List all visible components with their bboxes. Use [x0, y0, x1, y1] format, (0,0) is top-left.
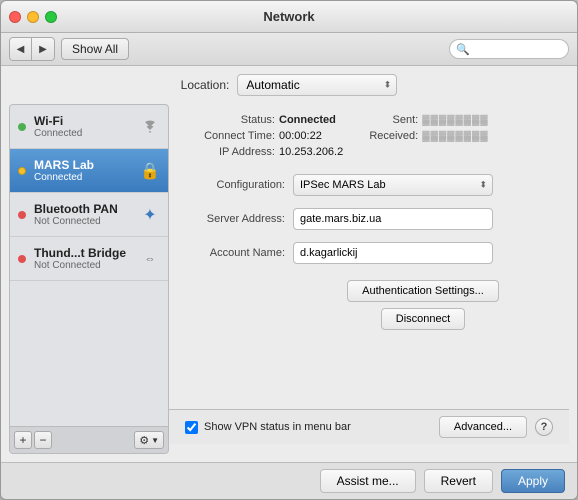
forward-button[interactable]: ▶	[32, 38, 54, 60]
received-value: ▓▓▓▓▓▓▓▓	[422, 131, 488, 142]
disconnect-button[interactable]: Disconnect	[381, 308, 465, 330]
sidebar-item-text-mars-lab: MARS Lab Connected	[34, 158, 132, 183]
configuration-label: Configuration:	[185, 179, 285, 191]
action-buttons: Authentication Settings... Disconnect	[293, 280, 553, 330]
connect-time-value: 00:00:22	[279, 130, 322, 142]
connect-time-row: Connect Time: 00:00:22	[185, 130, 343, 142]
footer: Assist me... Revert Apply	[1, 462, 577, 499]
search-input[interactable]	[474, 43, 562, 55]
status-info-area: Status: Connected Connect Time: 00:00:22…	[185, 114, 553, 158]
traffic-lights	[9, 11, 57, 23]
status-label: Status:	[185, 114, 275, 126]
thunderbolt-icon: ⇔	[140, 249, 160, 269]
sidebar-item-name-mars-lab: MARS Lab	[34, 158, 132, 172]
configuration-row: Configuration: IPSec MARS Lab	[185, 174, 553, 196]
location-select[interactable]: Automatic	[237, 74, 397, 96]
gear-chevron: ▼	[151, 436, 159, 445]
help-button[interactable]: ?	[535, 418, 553, 436]
server-address-row: Server Address:	[185, 208, 553, 230]
right-info: Sent: ▓▓▓▓▓▓▓▓ Received: ▓▓▓▓▓▓▓▓	[363, 114, 488, 158]
status-dot-mars-lab	[18, 167, 26, 175]
content-area: Location: Automatic Wi-Fi Connected	[1, 66, 577, 462]
advanced-button[interactable]: Advanced...	[439, 416, 527, 438]
sidebar-item-name-bluetooth-pan: Bluetooth PAN	[34, 202, 132, 216]
account-name-row: Account Name:	[185, 242, 553, 264]
location-row: Location: Automatic	[9, 74, 569, 96]
sidebar-item-status-wifi: Connected	[34, 128, 132, 139]
sent-row: Sent: ▓▓▓▓▓▓▓▓	[363, 114, 488, 126]
bluetooth-icon: ✦	[140, 205, 160, 225]
maximize-button[interactable]	[45, 11, 57, 23]
sidebar-item-text-wifi: Wi-Fi Connected	[34, 114, 132, 139]
received-label: Received:	[363, 130, 418, 142]
status-dot-wifi	[18, 123, 26, 131]
toolbar: ◀ ▶ Show All 🔍	[1, 33, 577, 66]
titlebar: Network	[1, 1, 577, 33]
server-address-label: Server Address:	[185, 213, 285, 225]
search-icon: 🔍	[456, 43, 470, 56]
authentication-settings-button[interactable]: Authentication Settings...	[347, 280, 499, 302]
left-info: Status: Connected Connect Time: 00:00:22…	[185, 114, 343, 158]
configuration-select[interactable]: IPSec MARS Lab	[293, 174, 493, 196]
sidebar-item-name-thunderbolt: Thund...t Bridge	[34, 246, 132, 260]
sidebar-item-status-mars-lab: Connected	[34, 172, 132, 183]
status-value: Connected	[279, 114, 336, 126]
search-box: 🔍	[449, 39, 569, 59]
wifi-icon	[140, 117, 160, 137]
close-button[interactable]	[9, 11, 21, 23]
received-row: Received: ▓▓▓▓▓▓▓▓	[363, 130, 488, 142]
window-title: Network	[263, 9, 314, 24]
ip-value: 10.253.206.2	[279, 146, 343, 158]
sidebar-item-text-bluetooth-pan: Bluetooth PAN Not Connected	[34, 202, 132, 227]
sidebar-item-mars-lab[interactable]: MARS Lab Connected 🔒	[10, 149, 168, 193]
sidebar-item-text-thunderbolt: Thund...t Bridge Not Connected	[34, 246, 132, 271]
location-select-wrapper: Automatic	[237, 74, 397, 96]
sent-value: ▓▓▓▓▓▓▓▓	[422, 115, 488, 126]
minimize-button[interactable]	[27, 11, 39, 23]
status-dot-thunderbolt	[18, 255, 26, 263]
add-network-button[interactable]: +	[14, 431, 32, 449]
back-button[interactable]: ◀	[10, 38, 32, 60]
sidebar-item-status-thunderbolt: Not Connected	[34, 260, 132, 271]
sidebar-item-bluetooth-pan[interactable]: Bluetooth PAN Not Connected ✦	[10, 193, 168, 237]
network-window: Network ◀ ▶ Show All 🔍 Location: Automat…	[0, 0, 578, 500]
sidebar-item-wifi[interactable]: Wi-Fi Connected	[10, 105, 168, 149]
bottom-area: Show VPN status in menu bar Advanced... …	[169, 409, 569, 444]
detail-panel: Status: Connected Connect Time: 00:00:22…	[169, 104, 569, 454]
account-name-label: Account Name:	[185, 247, 285, 259]
sidebar-item-status-bluetooth-pan: Not Connected	[34, 216, 132, 227]
revert-button[interactable]: Revert	[424, 469, 493, 493]
configuration-select-wrapper: IPSec MARS Lab	[293, 174, 493, 196]
assist-me-button[interactable]: Assist me...	[320, 469, 416, 493]
ip-row: IP Address: 10.253.206.2	[185, 146, 343, 158]
lock-icon: 🔒	[140, 161, 160, 181]
sent-label: Sent:	[363, 114, 418, 126]
sidebar: Wi-Fi Connected	[9, 104, 169, 454]
account-name-input[interactable]	[293, 242, 493, 264]
gear-menu-button[interactable]: ⚙ ▼	[134, 431, 164, 449]
sidebar-items-list: Wi-Fi Connected	[10, 105, 168, 426]
sidebar-item-thunderbolt[interactable]: Thund...t Bridge Not Connected ⇔	[10, 237, 168, 281]
sidebar-item-name-wifi: Wi-Fi	[34, 114, 132, 128]
status-row: Status: Connected	[185, 114, 343, 126]
main-panel: Wi-Fi Connected	[9, 104, 569, 454]
show-all-button[interactable]: Show All	[61, 38, 129, 60]
show-vpn-row: Show VPN status in menu bar	[185, 421, 351, 434]
sidebar-toolbar: + − ⚙ ▼	[10, 426, 168, 453]
show-vpn-label: Show VPN status in menu bar	[204, 421, 351, 433]
status-dot-bluetooth-pan	[18, 211, 26, 219]
location-label: Location:	[181, 78, 230, 92]
ip-label: IP Address:	[185, 146, 275, 158]
connect-time-label: Connect Time:	[185, 130, 275, 142]
apply-button[interactable]: Apply	[501, 469, 565, 493]
show-vpn-checkbox[interactable]	[185, 421, 198, 434]
gear-icon: ⚙	[139, 434, 149, 447]
nav-buttons: ◀ ▶	[9, 37, 55, 61]
remove-network-button[interactable]: −	[34, 431, 52, 449]
server-address-input[interactable]	[293, 208, 493, 230]
